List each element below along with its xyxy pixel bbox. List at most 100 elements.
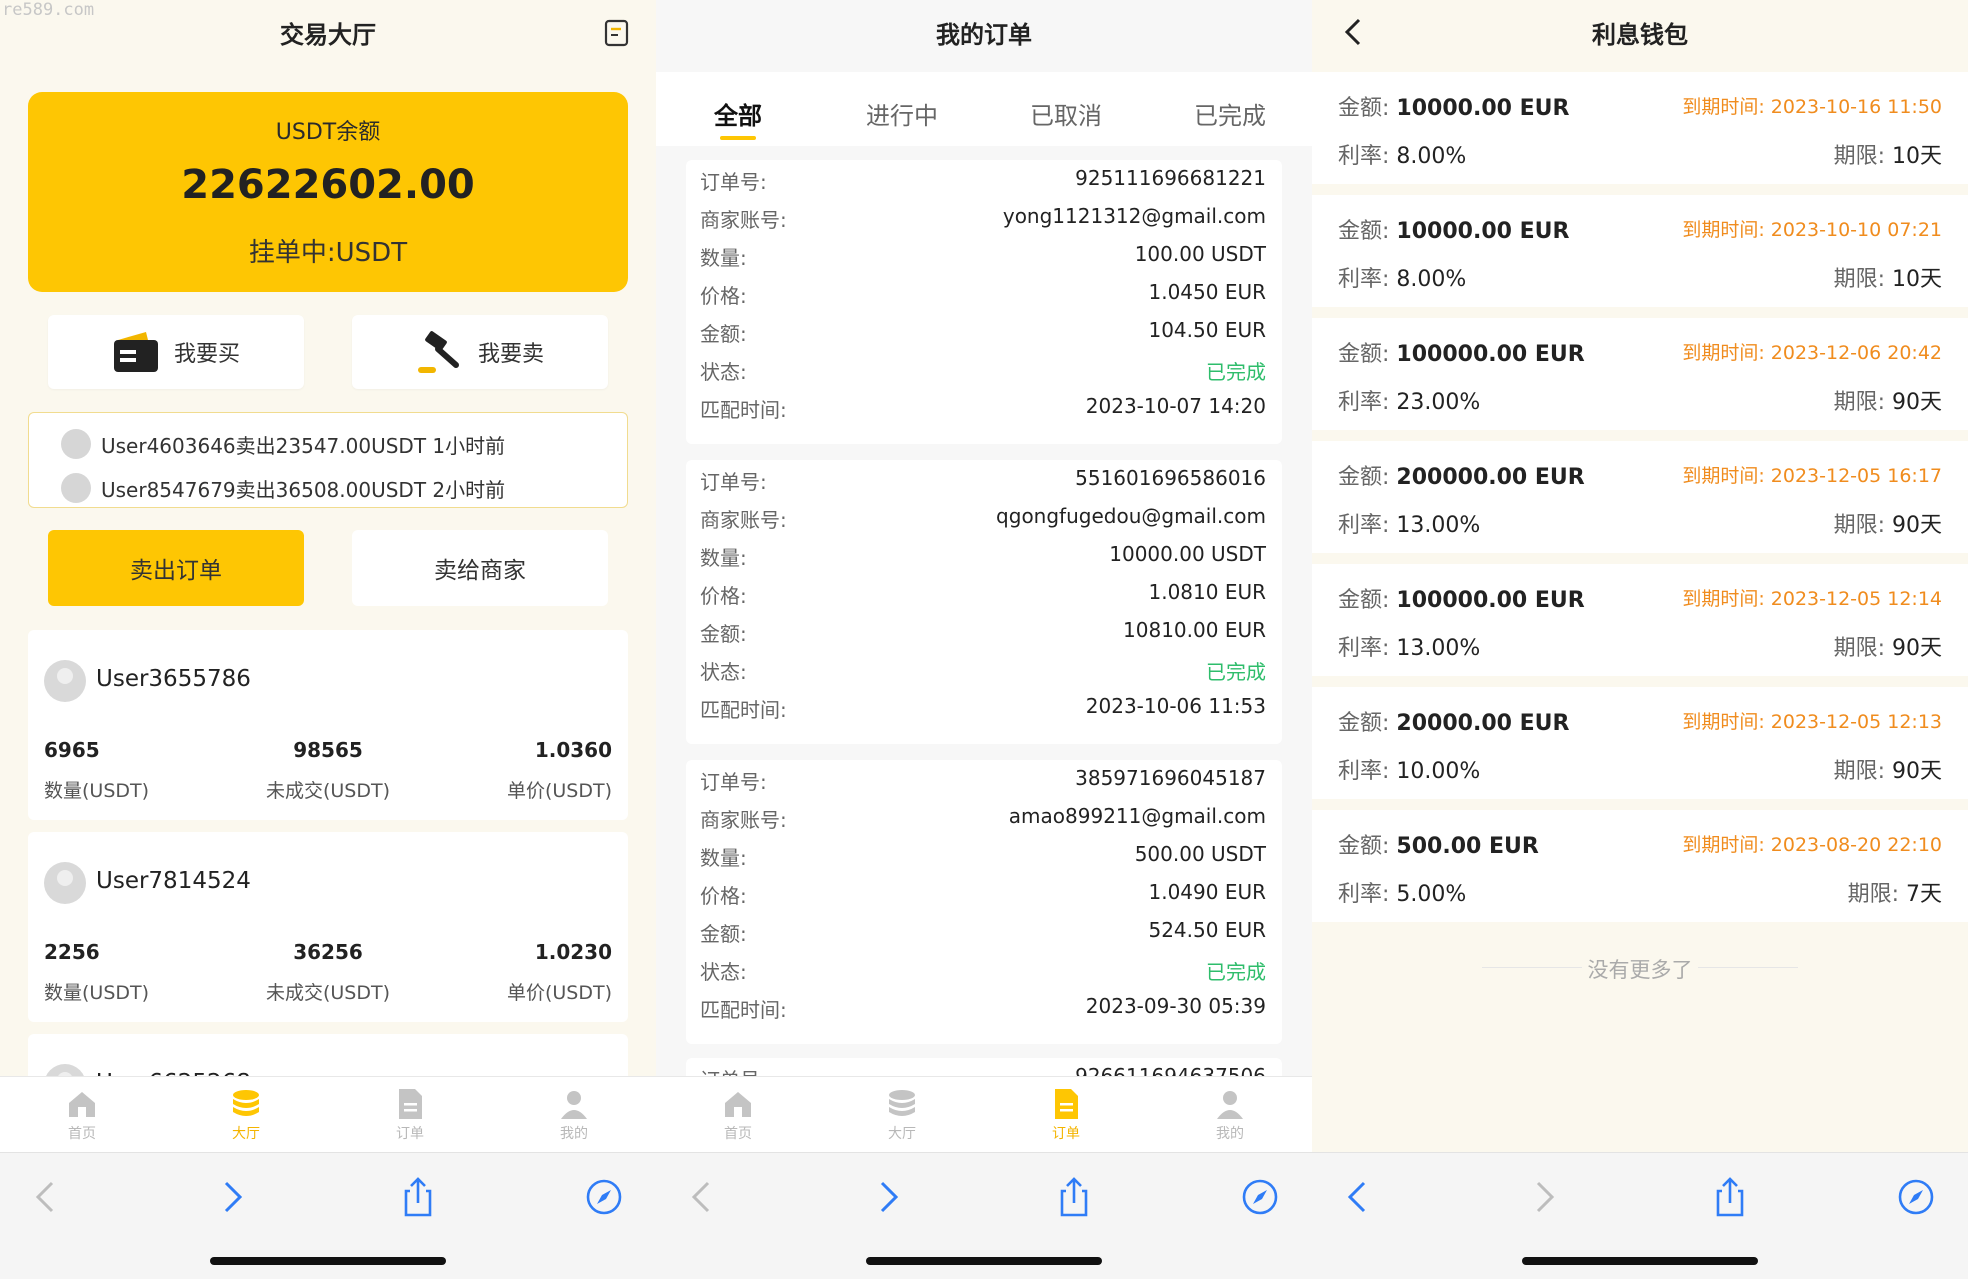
share-icon[interactable] [398, 1175, 438, 1219]
tab-completed[interactable]: 已完成 [1148, 72, 1312, 146]
price-caption: 单价(USDT) [506, 982, 612, 1004]
page-title: 利息钱包 [1592, 20, 1688, 49]
interest-rate: 23.00% [1396, 390, 1481, 415]
share-icon[interactable] [1710, 1175, 1750, 1219]
tab-hall[interactable]: 大厅 [820, 1077, 984, 1152]
interest-item[interactable]: 金额: 10000.00 EUR 到期时间: 2023-10-16 11:50 … [1312, 72, 1968, 184]
order-card[interactable]: 订单号: 385971696045187 商家账号: amao899211@gmai… [686, 760, 1282, 1044]
compass-icon[interactable] [584, 1175, 624, 1219]
interest-amount: 10000.00 EUR [1396, 96, 1570, 121]
interest-amount: 100000.00 EUR [1396, 588, 1585, 613]
sell-button[interactable]: 我要卖 [352, 315, 608, 389]
interest-amount: 200000.00 EUR [1396, 465, 1585, 490]
back-icon[interactable] [1338, 1175, 1378, 1219]
tab-orders[interactable]: 订单 [984, 1077, 1148, 1152]
tab-mine[interactable]: 我的 [492, 1077, 656, 1152]
share-icon[interactable] [1054, 1175, 1094, 1219]
interest-item[interactable]: 金额: 200000.00 EUR 到期时间: 2023-12-05 16:17… [1312, 441, 1968, 553]
home-indicator [210, 1257, 446, 1265]
term: 90天 [1892, 636, 1942, 661]
back-icon[interactable] [682, 1175, 722, 1219]
gavel-icon [417, 331, 459, 373]
tab-sell-orders[interactable]: 卖出订单 [48, 530, 304, 606]
interest-amount: 500.00 EUR [1396, 834, 1539, 859]
tab-in-progress[interactable]: 进行中 [820, 72, 984, 146]
interest-rate: 8.00% [1396, 267, 1467, 292]
avatar [61, 429, 91, 459]
document-icon [399, 1089, 422, 1119]
merchant-account: amao899211@gmail.com [1008, 804, 1266, 828]
forward-icon[interactable] [868, 1175, 908, 1219]
expire-time: 2023-10-16 11:50 [1770, 96, 1942, 118]
tab-home[interactable]: 首页 [656, 1077, 820, 1152]
interest-rate: 8.00% [1396, 144, 1467, 169]
order-tabs: 全部 进行中 已取消 已完成 [656, 72, 1312, 146]
match-time: 2023-10-06 11:53 [1085, 694, 1266, 718]
merchant-name: User7814524 [96, 868, 251, 894]
ticker-item: User8547679卖出36508.00USDT 2小时前 [61, 473, 505, 503]
term: 90天 [1892, 759, 1942, 784]
avatar [61, 473, 91, 503]
avatar [44, 660, 86, 702]
tab-cancelled[interactable]: 已取消 [984, 72, 1148, 146]
tab-all[interactable]: 全部 [656, 72, 820, 146]
home-icon [725, 1092, 751, 1117]
expire-time: 2023-12-05 16:17 [1770, 465, 1942, 487]
interest-item[interactable]: 金额: 20000.00 EUR 到期时间: 2023-12-05 12:13 … [1312, 687, 1968, 799]
bottom-tab-bar: 首页 大厅 订单 我的 [0, 1076, 656, 1152]
balance-label: USDT余额 [275, 120, 381, 145]
interest-rate: 13.00% [1396, 513, 1481, 538]
tab-hall[interactable]: 大厅 [164, 1077, 328, 1152]
compass-icon[interactable] [1896, 1175, 1936, 1219]
order-qty: 10000.00 USDT [1109, 542, 1266, 566]
term: 90天 [1892, 390, 1942, 415]
buy-button[interactable]: 我要买 [48, 315, 304, 389]
interest-item[interactable]: 金额: 100000.00 EUR 到期时间: 2023-12-05 12:14… [1312, 564, 1968, 676]
tab-orders[interactable]: 订单 [328, 1077, 492, 1152]
back-icon[interactable] [26, 1175, 66, 1219]
order-card[interactable]: 订单号: 551601696586016 商家账号: qgongfugedou@gm… [686, 460, 1282, 744]
balance-card: USDT余额 22622602.00 挂单中:USDT [28, 92, 628, 292]
status-badge: 已完成 [1206, 660, 1266, 684]
expire-time: 2023-12-05 12:14 [1770, 588, 1942, 610]
watermark: re589.com [2, 0, 95, 20]
document-icon [1055, 1089, 1078, 1119]
order-record-icon[interactable] [604, 19, 630, 47]
interest-rate: 5.00% [1396, 882, 1467, 907]
order-number: 385971696045187 [1075, 766, 1266, 790]
tab-mine[interactable]: 我的 [1148, 1077, 1312, 1152]
status-badge: 已完成 [1206, 960, 1266, 984]
forward-icon[interactable] [212, 1175, 252, 1219]
match-time: 2023-09-30 05:39 [1085, 994, 1266, 1018]
match-time: 2023-10-07 14:20 [1085, 394, 1266, 418]
trade-ticker: User4603646卖出23547.00USDT 1小时前 User85476… [28, 412, 628, 508]
bottom-tab-bar: 首页 大厅 订单 我的 [656, 1076, 1312, 1152]
merchant-account: qgongfugedou@gmail.com [996, 504, 1266, 528]
interest-item[interactable]: 金额: 10000.00 EUR 到期时间: 2023-10-10 07:21 … [1312, 195, 1968, 307]
forward-icon[interactable] [1524, 1175, 1564, 1219]
merchant-card[interactable]: User7814524 2256 36256 1.0230 数量(USDT) 未… [28, 832, 628, 1022]
interest-amount: 20000.00 EUR [1396, 711, 1570, 736]
page-title: 我的订单 [936, 20, 1032, 49]
hall-screen: 交易大厅 USDT余额 22622602.00 挂单中:USDT 我要买 我要卖… [0, 0, 656, 1279]
interest-item[interactable]: 金额: 500.00 EUR 到期时间: 2023-08-20 22:10 利率… [1312, 810, 1968, 922]
merchant-price: 1.0230 [534, 940, 612, 964]
tab-sell-merchant[interactable]: 卖给商家 [352, 530, 608, 606]
term: 10天 [1892, 144, 1942, 169]
order-qty: 500.00 USDT [1134, 842, 1266, 866]
wallet-screen: 利息钱包 金额: 10000.00 EUR 到期时间: 2023-10-16 1… [1312, 0, 1968, 1279]
interest-rate: 10.00% [1396, 759, 1481, 784]
back-arrow-icon[interactable] [1342, 16, 1364, 48]
page-title: 交易大厅 [280, 20, 376, 49]
order-price: 1.0810 EUR [1148, 580, 1266, 604]
pending-label: 挂单中:USDT [248, 238, 408, 268]
merchant-card[interactable]: User3655786 6965 98565 1.0360 数量(USDT) 未… [28, 630, 628, 820]
merchant-price: 1.0360 [534, 738, 612, 762]
interest-item[interactable]: 金额: 100000.00 EUR 到期时间: 2023-12-06 20:42… [1312, 318, 1968, 430]
status-badge: 已完成 [1206, 360, 1266, 384]
tab-home[interactable]: 首页 [0, 1077, 164, 1152]
order-card[interactable]: 订单号: 925111696681221 商家账号: yong1121312@gma… [686, 160, 1282, 444]
compass-icon[interactable] [1240, 1175, 1280, 1219]
sell-label: 我要卖 [477, 342, 544, 367]
order-amount: 104.50 EUR [1148, 318, 1266, 342]
